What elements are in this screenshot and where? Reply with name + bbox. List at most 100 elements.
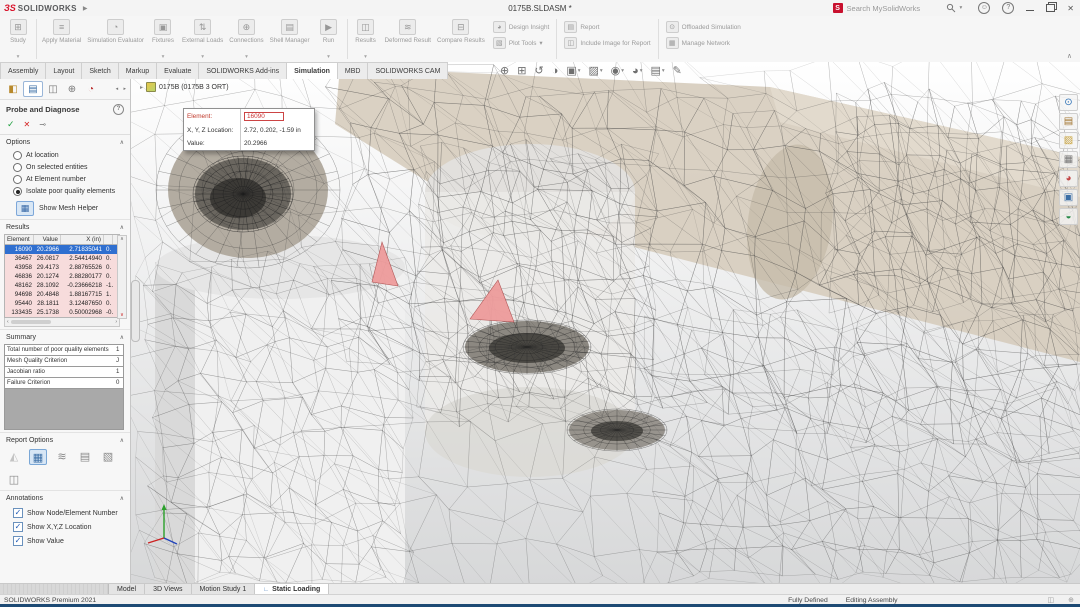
copy-icon[interactable]: ◫ [6,472,22,486]
graphics-viewport[interactable]: ▸ 0175B (0175B 3 ORT) ⊕⊞↺◑▣▾▨▾◉▾◕▾▤▾✎ El… [130,62,1080,583]
checkbox-show-x-y-z-location[interactable]: ✓Show X,Y,Z Location [13,522,130,532]
collapse-icon[interactable]: ∧ [120,437,124,444]
results-vertical-scrollbar[interactable]: ∧∨ [117,235,127,319]
configuration-manager-icon[interactable]: ◫ [44,82,62,96]
compare-results-button[interactable]: ⊟Compare Results [434,16,488,62]
display-style-icon[interactable]: ▨▾ [588,64,602,77]
external-loads-button[interactable]: ⇅External Loads▾ [179,16,226,62]
property-manager-icon[interactable]: ▤ [23,81,43,97]
run-button[interactable]: ▶Run▾ [313,16,345,62]
study-button[interactable]: ⊞Study▾ [2,16,34,62]
result-row[interactable]: 4395829.41732.887655260. [5,263,119,272]
quick-access-expand-icon[interactable]: ▶ [83,5,88,12]
appearances-scenes-icon[interactable]: ◕ [1059,170,1078,187]
solidworks-forum-icon[interactable]: ◒ [1059,208,1078,225]
dropdown-icon[interactable]: ▾ [539,39,542,47]
simulation-evaluator-button[interactable]: ◔Simulation Evaluator [84,16,147,62]
fixtures-button[interactable]: ▣Fixtures▾ [147,16,179,62]
design-library-icon[interactable]: ▤ [1059,113,1078,130]
search-input[interactable]: Search MySolidWorks [847,4,942,13]
result-row[interactable]: 3646726.08172.544149400. [5,254,119,263]
login-icon[interactable]: ☺ [978,2,990,14]
result-row[interactable]: 4683620.12742.882801770. [5,272,119,281]
tab-solidworks-cam[interactable]: SOLIDWORKS CAM [367,62,448,79]
dropdown-icon[interactable]: ▾ [162,54,165,62]
design-insight-button[interactable]: ◕Design Insight [493,21,550,33]
export-results-icon[interactable]: ▤ [77,449,93,463]
radio-isolate-poor-quality-elements[interactable]: Isolate poor quality elements [13,187,130,196]
report-button[interactable]: ▤Report [564,21,650,33]
custom-properties-icon[interactable]: ▣ [1059,189,1078,206]
show-mesh-helper[interactable]: ▦ Show Mesh Helper [16,201,130,216]
annotations-section-header[interactable]: Annotations∧ [0,492,130,504]
dropdown-icon[interactable]: ▾ [327,54,330,62]
report-options-section-header[interactable]: Report Options∧ [0,434,130,446]
tab-solidworks-add-ins[interactable]: SOLIDWORKS Add-ins [198,62,287,79]
results-horizontal-scrollbar[interactable]: ‹› [4,318,120,327]
collapse-icon[interactable]: ∧ [120,495,124,502]
summary-section-header[interactable]: Summary∧ [0,331,130,343]
apply-material-button[interactable]: ≡Apply Material [39,16,84,62]
help-icon[interactable]: ? [1002,2,1014,14]
feature-manager-tree-icon[interactable]: ◧ [4,82,22,96]
solidworks-resources-icon[interactable]: ⊙ [1059,94,1078,111]
manage-network-button[interactable]: ▦Manage Network [666,37,741,49]
manager-tab-arrows[interactable]: ◂ ▸ [116,86,128,92]
deformed-result-button[interactable]: ≋Deformed Result [382,16,434,62]
search-box[interactable]: S Search MySolidWorks ▾ [833,3,963,13]
include-report-icon[interactable]: ▦ [29,449,47,465]
ribbon-collapse-icon[interactable]: ∧ [1067,52,1072,60]
minimize-icon[interactable] [1026,10,1034,11]
connections-button[interactable]: ⊕Connections▾ [226,16,266,62]
ok-button[interactable]: ✓ [7,119,15,130]
zoom-to-area-icon[interactable]: ⊞ [517,64,526,77]
result-row[interactable]: 13343525.17380.50002968-0. [5,308,119,317]
radio-at-location[interactable]: At location [13,151,130,160]
search-options-icon[interactable]: ▾ [960,5,963,11]
save-report-icon[interactable]: ◭ [6,449,22,463]
column-header[interactable]: X (in) [61,235,104,244]
dropdown-icon[interactable]: ▾ [245,54,248,62]
status-globe-icon[interactable]: ⊕ [1068,596,1074,604]
dimxpert-manager-icon[interactable]: ⊕ [63,82,81,96]
radio-on-selected-entities[interactable]: On selected entities [13,163,130,172]
panel-help-icon[interactable]: ? [113,104,124,115]
radio-at-element-number[interactable]: At Element number [13,175,130,184]
feature-tree-flyout[interactable]: ▸ 0175B (0175B 3 ORT) [140,82,229,92]
view-orientation-icon[interactable]: ▣▾ [566,64,580,77]
display-manager-icon[interactable]: ◔ [82,82,100,96]
zoom-to-fit-icon[interactable]: ⊕ [500,64,509,77]
plot-tools-button[interactable]: ▧Plot Tools▾ [493,37,550,49]
column-header[interactable]: Element [5,235,34,244]
restore-icon[interactable] [1046,4,1055,12]
panel-scrollbar-thumb[interactable] [131,280,140,342]
tab-simulation[interactable]: Simulation [286,62,338,79]
tab-mbd[interactable]: MBD [337,62,369,79]
hide-show-items-icon[interactable]: ◉▾ [611,64,624,77]
results-table[interactable]: ElementValueX (in) 1609020.29662.7183504… [4,234,120,318]
result-row[interactable]: 4816228.1092-0.23666218-1. [5,281,119,290]
mesh-helper-icon[interactable]: ▦ [16,201,34,216]
result-row[interactable]: 9469820.48481.881677151. [5,290,119,299]
dropdown-icon[interactable]: ▾ [364,54,367,62]
view-settings-icon[interactable]: ▤▾ [650,64,664,77]
checkbox-show-node-element-number[interactable]: ✓Show Node/Element Number [13,508,130,518]
tab-assembly[interactable]: Assembly [0,62,46,79]
cancel-button[interactable]: ✕ [24,120,31,129]
options-section-header[interactable]: Options∧ [0,136,130,148]
close-icon[interactable]: ✕ [1067,4,1074,13]
dropdown-icon[interactable]: ▾ [201,54,204,62]
scrollbar-thumb[interactable] [11,320,51,324]
tab-markup[interactable]: Markup [118,62,157,79]
previous-view-icon[interactable]: ↺ [534,64,543,77]
results-section-header[interactable]: Results∧ [0,221,130,233]
tree-root-label[interactable]: 0175B (0175B 3 ORT) [159,84,229,91]
result-row[interactable]: 1609020.29662.718350410. [5,245,119,254]
comments-icon[interactable]: ✎ [673,64,682,77]
column-header[interactable]: Value [34,235,61,244]
pin-icon[interactable]: ⊸ [39,120,46,129]
shell-manager-button[interactable]: ▤Shell Manager [267,16,313,62]
tab-sketch[interactable]: Sketch [81,62,118,79]
tree-expand-icon[interactable]: ▸ [140,84,143,91]
tab-layout[interactable]: Layout [45,62,82,79]
